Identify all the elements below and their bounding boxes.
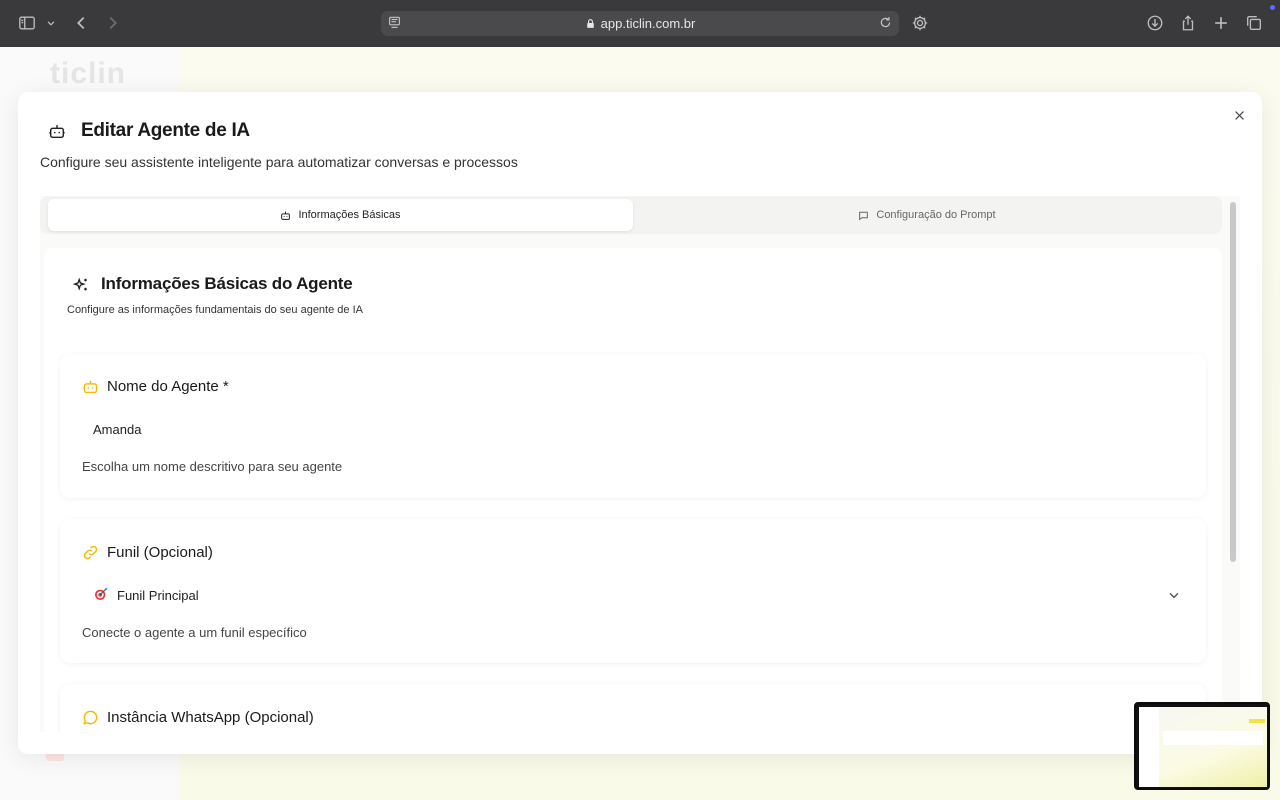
agent-name-input[interactable]: Amanda — [93, 422, 141, 437]
modal-body: Informações Básicas Configuração do Prom… — [40, 196, 1240, 732]
whatsapp-label: Instância WhatsApp (Opcional) — [107, 709, 314, 726]
window-preview-thumbnail[interactable] — [1134, 702, 1270, 790]
browser-toolbar: app.ticlin.com.br — [0, 0, 1280, 47]
url-text: app.ticlin.com.br — [600, 16, 696, 31]
link-icon — [82, 544, 99, 561]
section-title: Informações Básicas do Agente — [101, 274, 353, 293]
tab-prompt-config[interactable]: Configuração do Prompt — [640, 199, 1214, 231]
back-icon[interactable] — [70, 12, 92, 34]
notification-dot — [1270, 5, 1275, 10]
sparkles-icon — [72, 276, 90, 294]
basic-info-section: Informações Básicas do Agente Configure … — [44, 248, 1222, 732]
new-tab-icon[interactable] — [1210, 12, 1232, 34]
chevron-down-icon — [1166, 587, 1182, 603]
bot-icon — [281, 211, 291, 220]
scrollbar[interactable] — [1228, 198, 1238, 754]
target-icon — [93, 586, 111, 604]
modal-title: Editar Agente de IA — [81, 120, 250, 141]
tab-basic-info[interactable]: Informações Básicas — [48, 199, 633, 231]
funnel-card: Funil (Opcional) Funil Principal Conecte… — [60, 519, 1206, 663]
thumbnail-content — [1139, 707, 1267, 787]
agent-name-card: Nome do Agente * Amanda Escolha um nome … — [60, 354, 1206, 498]
agent-name-help: Escolha um nome descritivo para seu agen… — [82, 459, 343, 474]
scroll-thumb[interactable] — [1230, 202, 1236, 562]
lock-icon — [585, 18, 596, 29]
funnel-select-value: Funil Principal — [117, 587, 199, 603]
thumbnail-accent — [1249, 719, 1265, 723]
tab-prompt-config-label: Configuração do Prompt — [876, 209, 996, 221]
thumbnail-panel — [1163, 731, 1263, 745]
agent-name-label: Nome do Agente * — [107, 378, 229, 395]
section-subtitle: Configure as informações fundamentais do… — [67, 304, 363, 316]
settings-gear-icon[interactable] — [909, 12, 931, 34]
bot-icon — [48, 122, 66, 140]
sidebar-toggle-icon[interactable] — [16, 12, 38, 34]
download-icon[interactable] — [1144, 12, 1166, 34]
whatsapp-card: Instância WhatsApp (Opcional) — [60, 684, 1206, 732]
edit-agent-modal: Editar Agente de IA Configure seu assist… — [18, 92, 1262, 754]
message-circle-icon — [82, 709, 99, 726]
close-icon[interactable] — [1230, 106, 1248, 124]
bot-icon — [82, 378, 99, 395]
funnel-label: Funil (Opcional) — [107, 544, 213, 561]
tab-list: Informações Básicas Configuração do Prom… — [40, 196, 1222, 234]
funnel-select[interactable]: Funil Principal — [82, 581, 1182, 609]
funnel-help: Conecte o agente a um funil específico — [82, 625, 307, 640]
message-square-icon — [859, 211, 869, 220]
chevron-down-icon[interactable] — [40, 12, 62, 34]
thumbnail-sidebar — [1139, 707, 1159, 787]
page-menu-icon[interactable] — [387, 15, 402, 30]
forward-icon[interactable] — [102, 12, 124, 34]
modal-subtitle: Configure seu assistente inteligente par… — [40, 154, 518, 170]
background-logo: ticlin — [50, 57, 127, 90]
modal-header: Editar Agente de IA Configure seu assist… — [18, 92, 1262, 184]
tab-basic-info-label: Informações Básicas — [298, 209, 401, 221]
tab-overview-icon[interactable] — [1243, 12, 1265, 34]
share-icon[interactable] — [1177, 12, 1199, 34]
address-bar[interactable]: app.ticlin.com.br — [381, 11, 899, 36]
reload-icon[interactable] — [878, 15, 893, 30]
